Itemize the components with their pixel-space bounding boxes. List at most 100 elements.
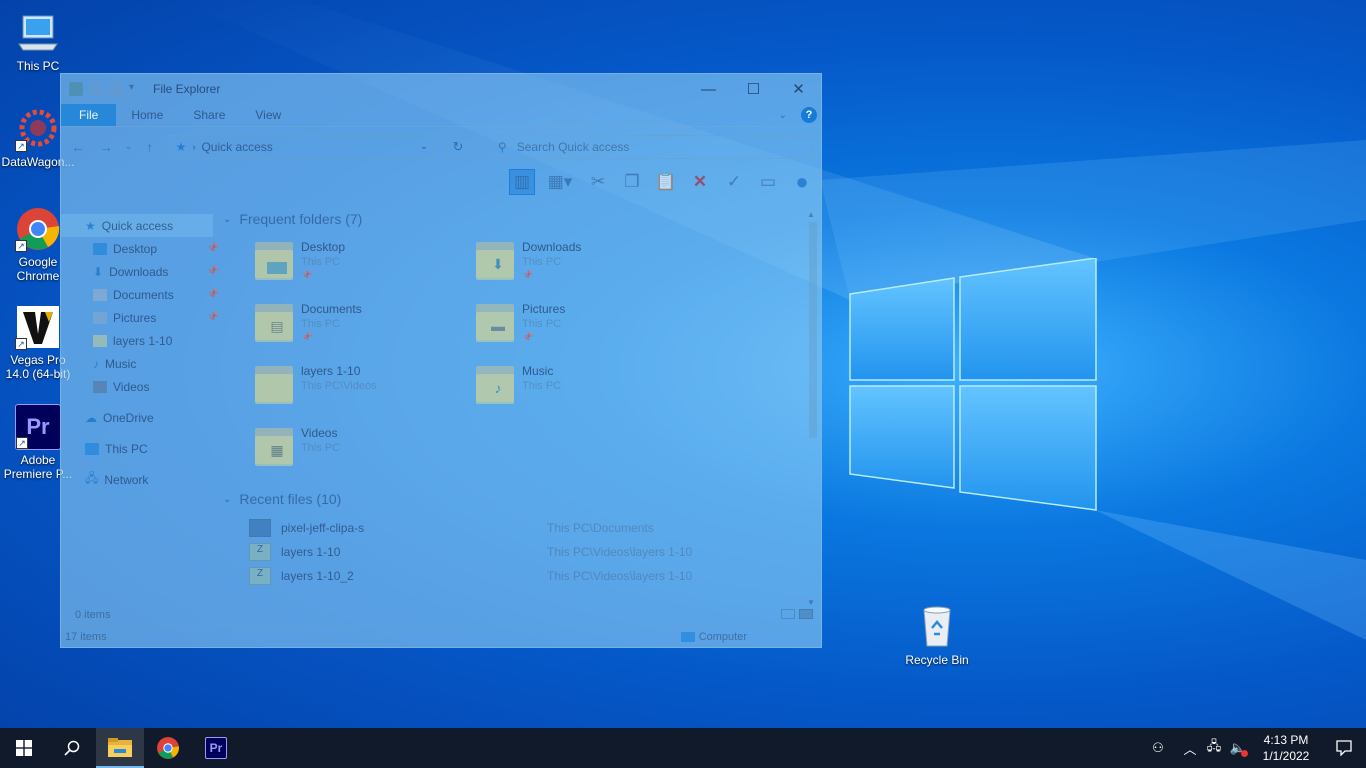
recent-file-row[interactable]: Z layers 1-10_2 This PC\Videos\layers 1-…	[249, 564, 821, 588]
folder-location: This PC	[522, 256, 562, 268]
search-button[interactable]	[48, 728, 96, 768]
minimize-button[interactable]: —	[686, 74, 731, 104]
recent-file-row[interactable]: pixel-jeff-clipa-s This PC\Documents	[249, 516, 821, 540]
windows-start-icon	[16, 740, 32, 756]
scrollbar-thumb[interactable]	[809, 222, 817, 438]
forward-arrow-icon[interactable]: →	[97, 139, 115, 155]
folder-tile-videos[interactable]: ▦ Videos This PC	[255, 422, 476, 484]
volume-muted-icon[interactable]: 🔈	[1226, 728, 1250, 768]
search-box[interactable]: ⚲ Search Quick access	[488, 134, 813, 159]
nav-label: This PC	[105, 441, 148, 456]
copy-icon[interactable]: ❐	[619, 169, 645, 195]
delete-icon[interactable]: ✕	[687, 169, 713, 195]
action-center-button[interactable]	[1322, 740, 1366, 756]
project-file-icon: Z	[249, 567, 271, 585]
shortcut-arrow-icon: ↗	[15, 140, 27, 152]
nav-videos[interactable]: Videos	[61, 375, 221, 398]
clock[interactable]: 4:13 PM 1/1/2022	[1250, 732, 1322, 764]
nav-pictures[interactable]: Pictures 📌	[61, 306, 221, 329]
nav-layers-folder[interactable]: layers 1-10	[61, 329, 221, 352]
address-dropdown-icon[interactable]: ⌄	[420, 141, 428, 152]
people-icon[interactable]: ⚇	[1138, 728, 1178, 768]
tab-file[interactable]: File	[61, 104, 117, 126]
title-bar[interactable]: ▾ File Explorer — ☐ ✕	[61, 74, 821, 104]
folder-name: layers 1-10	[301, 364, 361, 378]
star-icon: ★	[85, 218, 96, 233]
folder-tile-music[interactable]: ♪ Music This PC	[476, 360, 697, 422]
help-button[interactable]: ?	[801, 107, 817, 123]
maximize-button[interactable]: ☐	[731, 74, 776, 104]
recent-locations-icon[interactable]: ⌄	[125, 141, 133, 152]
folder-tile-pictures[interactable]: ▬ Pictures This PC 📌	[476, 298, 697, 360]
nav-onedrive[interactable]: ☁ OneDrive	[61, 406, 221, 429]
address-row: ← → ⌄ ↑ ★ › Quick access ⌄ ↻ ⚲ Search Qu…	[61, 126, 821, 166]
nav-label: Documents	[113, 287, 174, 302]
nav-label: Music	[105, 356, 137, 371]
music-folder-icon: ♪	[476, 366, 514, 406]
nav-documents[interactable]: Documents 📌	[61, 283, 221, 306]
taskbar-file-explorer[interactable]	[96, 728, 144, 768]
tab-view[interactable]: View	[240, 104, 296, 126]
paste-icon[interactable]: 📋	[653, 169, 679, 195]
nav-downloads[interactable]: ⬇ Downloads 📌	[61, 260, 221, 283]
expand-ribbon-icon[interactable]: ⌄	[779, 110, 787, 121]
desktop-icon-label: This PC	[16, 59, 60, 73]
tab-share[interactable]: Share	[178, 104, 240, 126]
options-bubble-icon[interactable]: ●	[789, 169, 815, 195]
nav-music[interactable]: ♪ Music	[61, 352, 221, 375]
nav-network[interactable]: 🖧 Network	[61, 468, 221, 491]
folder-tile-desktop[interactable]: Desktop This PC 📌	[255, 236, 476, 298]
new-folder-icon[interactable]	[109, 82, 123, 96]
show-hidden-icons-chevron-icon[interactable]: ︿	[1178, 728, 1202, 768]
up-arrow-icon[interactable]: ↑	[141, 139, 159, 155]
section-title: Frequent folders (7)	[239, 211, 363, 227]
nav-quick-access[interactable]: ★ Quick access	[61, 214, 213, 237]
taskbar-chrome[interactable]	[144, 728, 192, 768]
pin-icon: 📌	[206, 243, 219, 254]
back-arrow-icon[interactable]: ←	[69, 139, 87, 155]
vertical-scrollbar[interactable]: ▲ ▼	[807, 210, 817, 607]
properties-icon[interactable]	[89, 82, 103, 96]
folder-tile-downloads[interactable]: ⬇ Downloads This PC 📌	[476, 236, 697, 298]
large-icons-view-icon[interactable]	[799, 609, 813, 619]
start-button[interactable]	[0, 728, 48, 768]
folder-name: Downloads	[522, 240, 582, 254]
section-title: Recent files (10)	[239, 491, 342, 507]
nav-label: OneDrive	[103, 410, 154, 425]
folder-icon[interactable]	[69, 82, 83, 96]
cut-icon[interactable]: ✂	[585, 169, 611, 195]
folder-tile-documents[interactable]: ▤ Documents This PC 📌	[255, 298, 476, 360]
layout-icon[interactable]: ▦▾	[543, 169, 577, 195]
checkmark-icon[interactable]: ✓	[721, 169, 747, 195]
file-thumbnail-icon	[249, 519, 271, 537]
customize-qat-icon[interactable]: ▾	[129, 82, 143, 96]
frequent-folders-header[interactable]: ⌄ Frequent folders (7)	[221, 208, 821, 230]
details-view-icon[interactable]	[781, 609, 795, 619]
desktop-folder-icon	[93, 242, 107, 255]
taskbar-premiere[interactable]: Pr	[192, 728, 240, 768]
scroll-down-icon[interactable]: ▼	[807, 598, 815, 607]
folder-tile-layers[interactable]: layers 1-10 This PC\Videos	[255, 360, 476, 422]
recent-file-row[interactable]: Z layers 1-10 This PC\Videos\layers 1-10	[249, 540, 821, 564]
navigation-pane-icon[interactable]: ▥	[509, 169, 535, 195]
nav-desktop[interactable]: Desktop 📌	[61, 237, 221, 260]
network-icon[interactable]: 🖧	[1202, 728, 1226, 768]
recent-files-header[interactable]: ⌄ Recent files (10)	[221, 488, 821, 510]
scroll-up-icon[interactable]: ▲	[807, 210, 815, 219]
folder-location: This PC	[522, 380, 562, 392]
nav-label: Videos	[113, 379, 150, 394]
address-bar[interactable]: ★ › Quick access ⌄	[168, 134, 436, 159]
chrome-icon	[157, 737, 180, 759]
desktop-icon-this-pc[interactable]: This PC	[0, 10, 76, 73]
computer-icon	[15, 10, 61, 56]
refresh-button[interactable]: ↻	[445, 134, 471, 159]
folder-location: This PC\Videos	[301, 380, 377, 392]
tab-home[interactable]: Home	[116, 104, 178, 126]
file-explorer-window[interactable]: ▾ File Explorer — ☐ ✕ File Home Share Vi…	[60, 73, 822, 648]
close-button[interactable]: ✕	[776, 74, 821, 104]
clock-date: 1/1/2022	[1262, 749, 1310, 763]
frequent-folders-grid: Desktop This PC 📌 ⬇ Downloads This PC 📌 ▤ Do…	[255, 236, 821, 484]
rename-icon[interactable]: ▭	[755, 169, 781, 195]
nav-this-pc[interactable]: This PC	[61, 437, 221, 460]
desktop-icon-recycle-bin[interactable]: Recycle Bin	[898, 604, 976, 667]
